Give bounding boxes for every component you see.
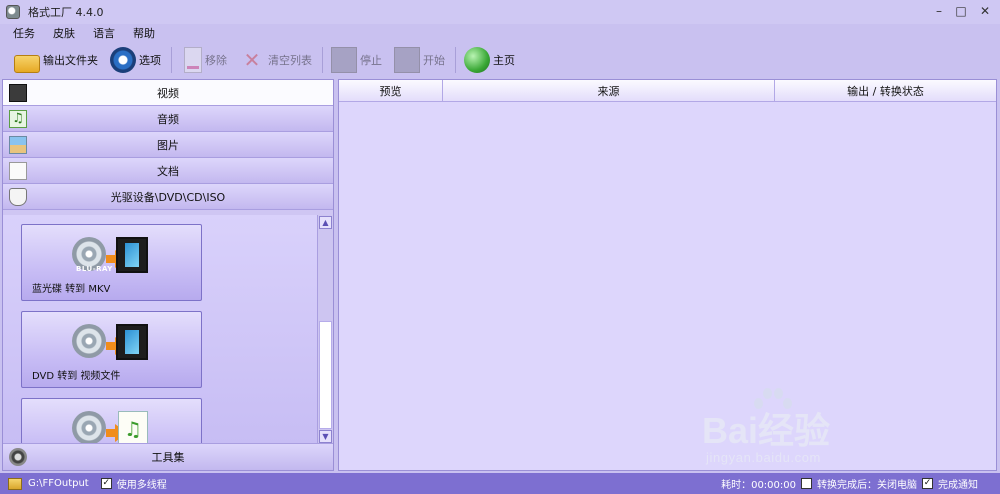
category-audio[interactable]: ♫ 音频 [3, 106, 333, 132]
tile-bluray-to-mkv[interactable]: BLU-RAY 蓝光碟 转到 MKV [21, 224, 202, 301]
stop-button[interactable]: 停止 [329, 46, 384, 74]
category-document[interactable]: 文档 [3, 158, 333, 184]
tile-label: 蓝光碟 转到 MKV [32, 284, 111, 295]
category-label: 文档 [157, 164, 179, 178]
watermark-brand: Bai经验 [702, 410, 831, 451]
after-done-checkbox[interactable] [801, 478, 812, 489]
start-icon [394, 47, 420, 73]
category-panel: 视频 ♫ 音频 图片 文档 光驱设备\DVD\CD\ISO BLU-RAY 蓝光… [2, 79, 334, 471]
watermark-url: jingyan.baidu.com [706, 450, 821, 465]
notify-checkbox[interactable]: ✓ [922, 478, 933, 489]
maximize-button[interactable]: □ [950, 4, 972, 18]
menu-help[interactable]: 帮助 [130, 25, 158, 41]
tile-dvd-to-video[interactable]: DVD 转到 视频文件 [21, 311, 202, 388]
bluray-logo-text: BLU-RAY [76, 265, 113, 273]
menu-bar: 任务 皮肤 语言 帮助 [0, 24, 170, 42]
home-label: 主页 [493, 54, 515, 67]
film-icon [116, 324, 148, 360]
category-disc-device[interactable]: 光驱设备\DVD\CD\ISO [3, 184, 333, 210]
tile-cd-to-audio[interactable]: ♫ [21, 398, 202, 444]
scroll-down-icon[interactable]: ▼ [319, 430, 332, 443]
remove-button[interactable]: 移除 [178, 46, 229, 74]
document-icon [9, 162, 27, 180]
app-icon [6, 5, 20, 19]
minimize-button[interactable]: – [928, 4, 950, 18]
remove-icon [184, 47, 202, 73]
window-title: 格式工厂 4.4.0 [28, 6, 104, 19]
status-bar: G:\FFOutput ✓ 使用多线程 耗时：00:00:00 转换完成后：关闭… [0, 473, 1000, 494]
category-picture[interactable]: 图片 [3, 132, 333, 158]
category-label: 视频 [157, 86, 179, 100]
after-done-label: 转换完成后：关闭电脑 [817, 480, 917, 491]
column-source[interactable]: 来源 [443, 80, 775, 101]
multithread-label: 使用多线程 [116, 480, 167, 491]
function-tile-area: BLU-RAY 蓝光碟 转到 MKV DVD 转到 视频文件 ♫ [3, 215, 318, 444]
start-button[interactable]: 开始 [392, 46, 447, 74]
picture-icon [9, 136, 27, 154]
notify-label: 完成通知 [938, 480, 978, 491]
category-toolset[interactable]: 工具集 [3, 443, 333, 470]
menu-task[interactable]: 任务 [10, 25, 38, 41]
multithread-checkbox[interactable]: ✓ [100, 478, 112, 489]
start-label: 开始 [423, 54, 445, 67]
column-preview[interactable]: 预览 [339, 80, 443, 101]
cd-disc-icon [72, 411, 106, 444]
output-folder-button[interactable]: 输出文件夹 [12, 46, 100, 74]
film-icon [116, 237, 148, 273]
home-button[interactable]: 主页 [462, 46, 517, 74]
output-path[interactable]: G:\FFOutput [28, 478, 89, 489]
toolbar-divider [171, 47, 172, 73]
dvd-disc-icon [72, 324, 106, 358]
tile-scrollbar[interactable]: ▲ ▼ [317, 215, 333, 444]
toolbar-divider [455, 47, 456, 73]
elapsed-time: 耗时：00:00:00 [721, 480, 796, 491]
clear-list-label: 清空列表 [268, 54, 312, 67]
toolbar-divider [322, 47, 323, 73]
menu-language[interactable]: 语言 [90, 25, 118, 41]
menu-skin[interactable]: 皮肤 [50, 25, 78, 41]
options-button[interactable]: 选项 [108, 46, 163, 74]
category-label: 光驱设备\DVD\CD\ISO [110, 190, 226, 204]
column-output-status[interactable]: 输出 / 转换状态 [775, 80, 996, 101]
music-note-icon: ♫ [118, 411, 148, 444]
folder-icon [14, 55, 40, 73]
title-bar: 格式工厂 4.4.0 – □ ✕ [0, 0, 1000, 24]
remove-label: 移除 [205, 54, 227, 67]
delete-icon: ✕ [243, 48, 261, 72]
clear-list-button[interactable]: ✕ 清空列表 [237, 46, 314, 74]
options-label: 选项 [139, 54, 161, 67]
task-list-header: 预览 来源 输出 / 转换状态 [339, 80, 996, 102]
output-folder-label: 输出文件夹 [43, 54, 98, 67]
tile-label: DVD 转到 视频文件 [32, 371, 121, 382]
stop-icon [331, 47, 357, 73]
toolset-label: 工具集 [151, 451, 185, 464]
video-icon [9, 84, 27, 102]
toolbar: 输出文件夹 选项 移除 ✕ 清空列表 停止 开始 主页 [0, 44, 1000, 76]
category-video[interactable]: 视频 [3, 80, 333, 106]
gear-icon [110, 47, 136, 73]
category-label: 音频 [157, 112, 179, 126]
stop-label: 停止 [360, 54, 382, 67]
scroll-up-icon[interactable]: ▲ [319, 216, 332, 229]
audio-icon: ♫ [9, 110, 27, 128]
folder-icon[interactable] [8, 477, 22, 490]
close-button[interactable]: ✕ [974, 4, 996, 18]
film-reel-icon [9, 448, 27, 466]
disc-drive-icon [9, 188, 27, 206]
globe-icon [464, 47, 490, 73]
category-label: 图片 [157, 138, 179, 152]
scroll-thumb[interactable] [319, 321, 332, 429]
baidu-watermark: Bai经验 jingyan.baidu.com [702, 388, 942, 478]
